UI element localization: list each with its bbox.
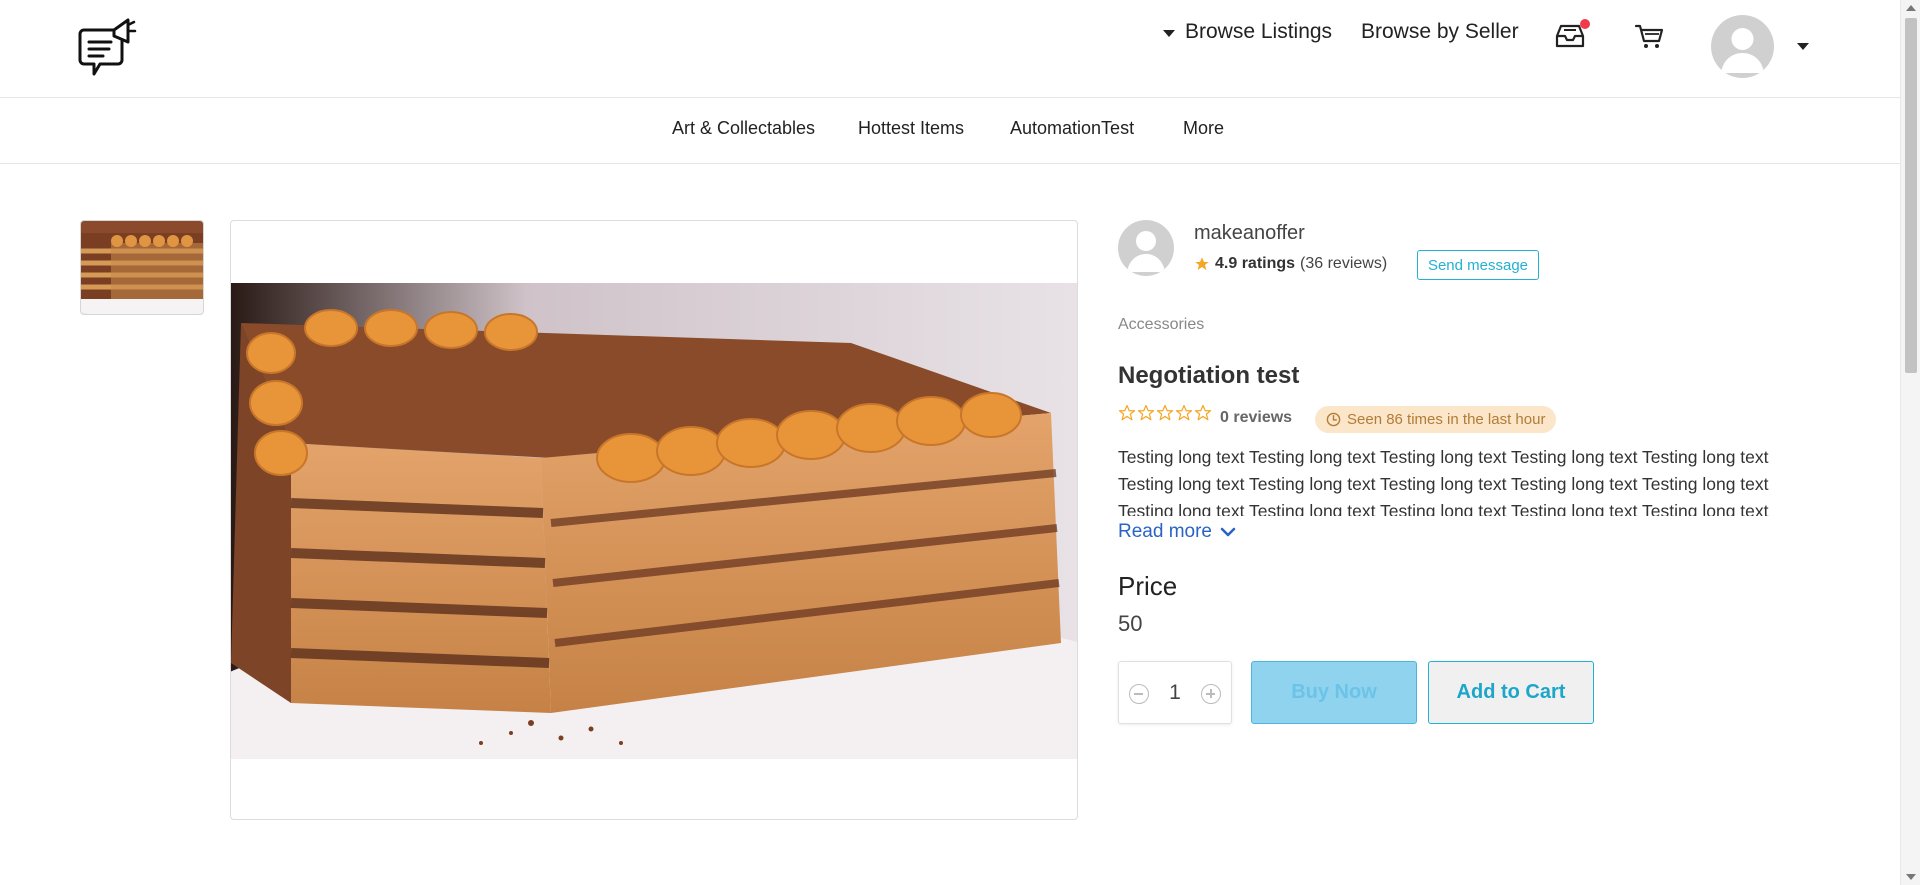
browse-listings-dropdown[interactable]: Browse Listings <box>1163 20 1332 44</box>
seen-badge: Seen 86 times in the last hour <box>1315 406 1557 433</box>
price-label: Price <box>1118 571 1178 601</box>
star-outline-icon <box>1156 404 1174 421</box>
price-value: 50 <box>1118 611 1143 636</box>
avatar-icon <box>1721 28 1764 73</box>
browse-listings-label: Browse Listings <box>1185 20 1333 43</box>
product-description: Testing long text Testing long text Test… <box>1118 447 1769 516</box>
main-image-frame <box>230 220 1078 820</box>
scrollbar-thumb[interactable] <box>1905 18 1917 373</box>
category-hottest-items[interactable]: Hottest Items <box>858 118 964 139</box>
buy-now-button[interactable]: Buy Now <box>1251 661 1417 724</box>
chevron-down-icon <box>1220 527 1236 537</box>
vertical-scrollbar[interactable] <box>1900 0 1920 885</box>
read-more-label: Read more <box>1118 521 1212 542</box>
quantity-stepper: 1 <box>1118 661 1232 724</box>
add-to-cart-button[interactable]: Add to Cart <box>1428 661 1594 724</box>
plus-icon[interactable] <box>1201 684 1221 704</box>
seller-review-count: (36 reviews) <box>1300 255 1388 272</box>
seller-rating-value: 4.9 ratings <box>1215 255 1296 272</box>
product-title: Negotiation test <box>1118 362 1300 389</box>
category-art-collectables[interactable]: Art & Collectables <box>672 118 815 139</box>
star-filled-icon <box>1195 257 1209 270</box>
scroll-down-arrow-icon[interactable] <box>1906 874 1916 880</box>
browse-by-seller-link[interactable]: Browse by Seller <box>1361 20 1519 44</box>
category-automation-test[interactable]: AutomationTest <box>1010 118 1134 139</box>
product-thumbnail[interactable] <box>80 220 204 315</box>
seller-avatar[interactable] <box>1118 220 1174 276</box>
category-bar: Art & Collectables Hottest Items Automat… <box>0 98 1900 164</box>
seller-ratings: 4.9 ratings (36 reviews) <box>1194 255 1387 273</box>
clock-icon <box>1326 412 1341 427</box>
product-main-image[interactable] <box>231 283 1077 759</box>
notification-dot <box>1580 19 1590 29</box>
star-outline-icon <box>1137 404 1155 421</box>
product-review-count[interactable]: 0 reviews <box>1220 409 1292 427</box>
cart-icon[interactable] <box>1634 22 1664 50</box>
seen-badge-label: Seen 86 times in the last hour <box>1347 411 1546 428</box>
read-more-link[interactable]: Read more <box>1118 521 1236 543</box>
chat-megaphone-logo-icon[interactable] <box>76 16 138 82</box>
star-outline-icon <box>1194 404 1212 421</box>
star-outline-icon <box>1118 404 1136 421</box>
cake-image <box>231 283 1077 759</box>
top-header: Browse Listings Browse by Seller <box>0 0 1900 98</box>
caret-down-icon[interactable] <box>1797 43 1809 51</box>
seller-name[interactable]: makeanoffer <box>1194 222 1305 245</box>
star-outline-icon <box>1175 404 1193 421</box>
category-more[interactable]: More <box>1183 118 1224 139</box>
scroll-up-arrow-icon[interactable] <box>1906 5 1916 11</box>
avatar-icon <box>1127 231 1165 272</box>
product-rating-stars <box>1118 404 1212 422</box>
avatar[interactable] <box>1711 15 1774 78</box>
cake-thumbnail-image <box>81 221 203 314</box>
product-category[interactable]: Accessories <box>1118 316 1204 334</box>
send-message-button[interactable]: Send message <box>1417 250 1539 280</box>
caret-down-icon <box>1163 29 1175 37</box>
